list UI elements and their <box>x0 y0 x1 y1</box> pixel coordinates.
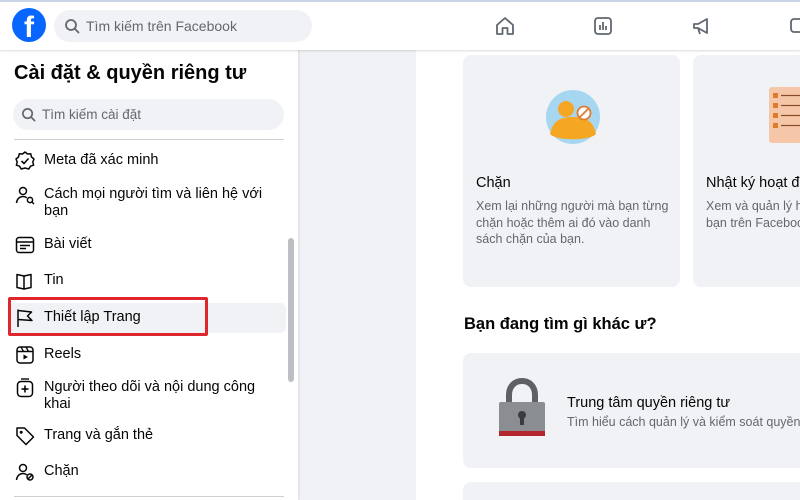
reels-icon <box>16 346 34 364</box>
sidebar-divider <box>14 139 284 140</box>
sidebar-item-find-contact[interactable]: Cách mọi người tìm và liên hệ với bạn <box>8 180 286 224</box>
stories-icon <box>16 273 32 290</box>
settings-search-input[interactable] <box>42 107 262 122</box>
posts-icon <box>15 236 35 254</box>
megaphone-icon[interactable] <box>690 14 714 38</box>
sidebar-item-followers[interactable]: Người theo dõi và nội dung công khai <box>8 373 286 417</box>
sidebar-item-label: Meta đã xác minh <box>44 152 159 168</box>
privacy-center-card[interactable]: Trung tâm quyền riêng tư Tìm hiểu cách q… <box>463 353 800 468</box>
top-navigation-bar: f <box>0 0 800 50</box>
logo-text: f <box>24 11 34 42</box>
find-contact-icon <box>15 186 35 205</box>
settings-sidebar: Cài đặt & quyền riêng tư Meta đã xác min… <box>0 50 298 500</box>
sidebar-item-tags[interactable]: Trang và gắn thẻ <box>8 421 286 451</box>
sidebar-item-label: Bài viết <box>44 236 92 252</box>
main-content: Chặn Xem lại những người mà bạn từng chặ… <box>416 50 800 500</box>
privacy-center-description: Tìm hiểu cách quản lý và kiểm soát quyền… <box>567 415 800 429</box>
card-description: Xem và quản lý h bạn trên Faceboo <box>706 199 800 230</box>
sidebar-item-reels[interactable]: Reels <box>8 340 286 370</box>
sidebar-scrollbar[interactable] <box>288 238 294 382</box>
blocked-user-illustration <box>546 90 600 144</box>
search-icon <box>65 19 80 34</box>
tag-icon <box>16 427 35 446</box>
activity-log-card[interactable]: Nhật ký hoạt đ Xem và quản lý h bạn trên… <box>693 55 800 287</box>
gaming-icon[interactable] <box>788 14 800 38</box>
facebook-search-box[interactable] <box>54 10 312 42</box>
sidebar-item-label: Tin <box>44 272 64 288</box>
sidebar-item-label: Người theo dõi và nội dung công khai <box>44 379 256 412</box>
settings-search-box[interactable] <box>13 99 284 130</box>
block-user-icon <box>15 463 34 481</box>
next-card[interactable] <box>463 482 800 500</box>
sidebar-item-label: Trang và gắn thẻ <box>44 427 154 443</box>
followers-icon <box>16 378 34 398</box>
sidebar-title: Cài đặt & quyền riêng tư <box>14 62 247 84</box>
padlock-icon <box>499 378 545 436</box>
home-icon[interactable] <box>493 14 517 38</box>
block-settings-card[interactable]: Chặn Xem lại những người mà bạn từng chặ… <box>463 55 680 287</box>
pages-icon[interactable] <box>591 14 615 38</box>
verified-badge-icon <box>15 151 35 170</box>
section-title: Bạn đang tìm gì khác ư? <box>464 315 657 333</box>
card-title: Nhật ký hoạt đ <box>706 175 800 191</box>
sidebar-item-label: Cách mọi người tìm và liên hệ với bạn <box>44 186 263 219</box>
sidebar-divider <box>14 496 284 497</box>
sidebar-item-meta-verified[interactable]: Meta đã xác minh <box>8 146 286 176</box>
sidebar-item-stories[interactable]: Tin <box>8 266 286 296</box>
facebook-logo[interactable]: f <box>12 8 46 42</box>
facebook-search-input[interactable] <box>86 18 286 34</box>
card-title: Chặn <box>476 175 511 191</box>
card-description: Xem lại những người mà bạn từng chặn hoặ… <box>476 199 669 246</box>
search-icon <box>22 108 36 122</box>
highlight-annotation-box <box>8 297 208 336</box>
sidebar-item-posts[interactable]: Bài viết <box>8 230 286 260</box>
sidebar-item-label: Chặn <box>44 463 79 479</box>
privacy-center-title: Trung tâm quyền riêng tư <box>567 395 731 411</box>
sidebar-item-block[interactable]: Chặn <box>8 457 286 487</box>
sidebar-item-label: Reels <box>44 346 82 362</box>
activity-log-illustration <box>769 87 800 143</box>
